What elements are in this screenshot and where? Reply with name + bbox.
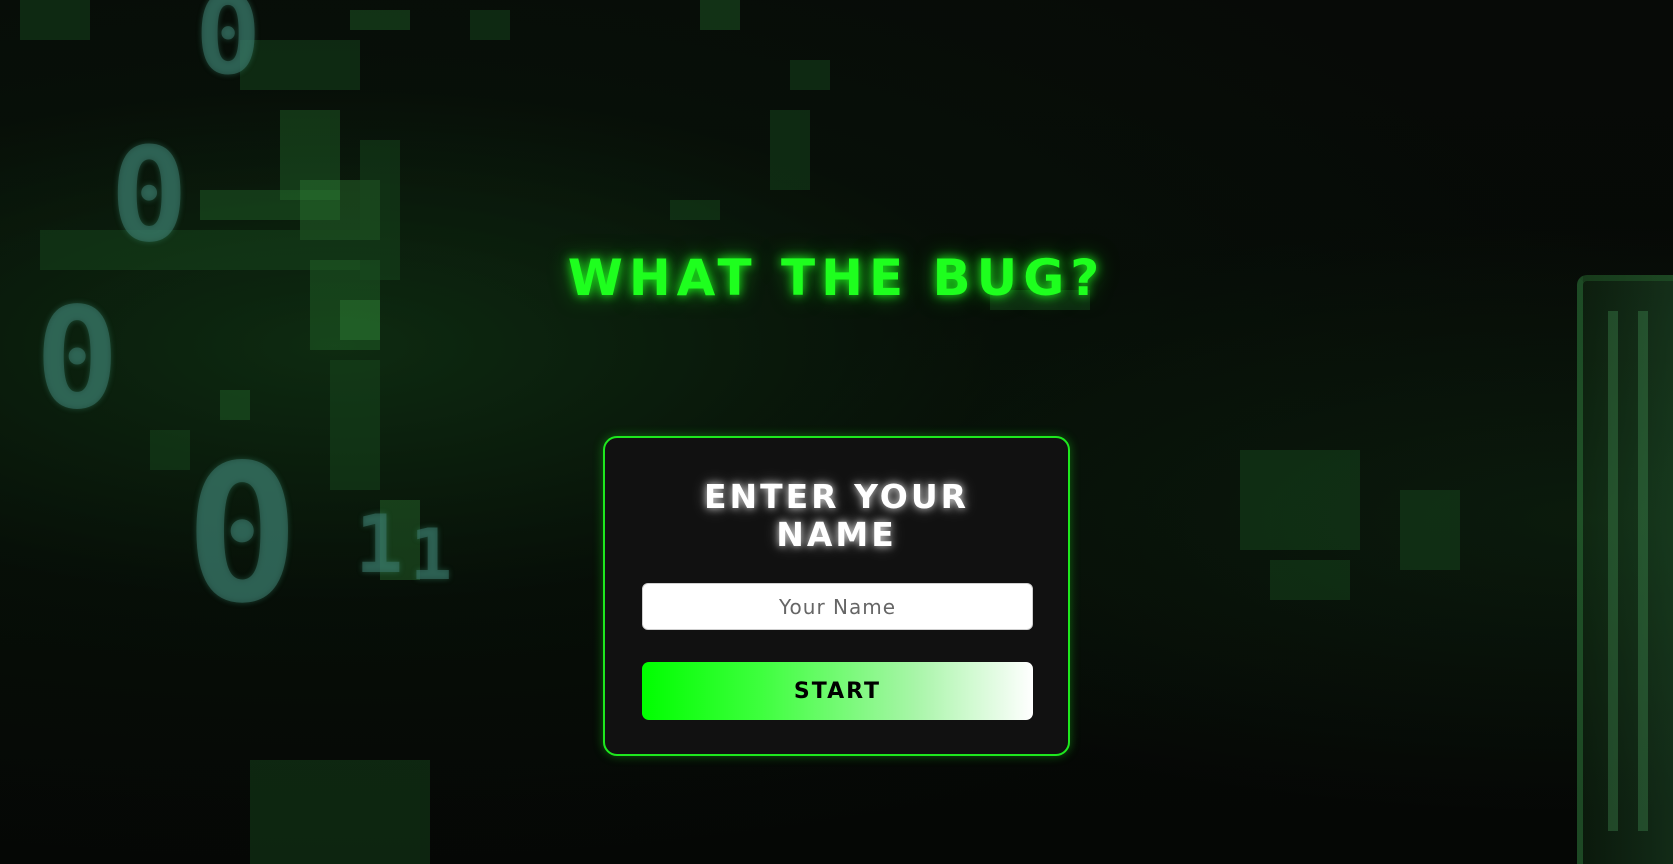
card-heading: ENTER YOUR NAME xyxy=(703,477,970,554)
background-tower xyxy=(1577,275,1673,864)
page-title: WHAT THE BUG? xyxy=(567,249,1106,307)
background-digit: 1 xyxy=(355,498,404,591)
background-digit: 0 xyxy=(195,0,262,99)
page-background: 0 0 0 0 1 1 WHAT THE BUG? ENTER YOUR NAM… xyxy=(0,0,1673,864)
name-entry-card: ENTER YOUR NAME START xyxy=(603,436,1070,756)
name-input[interactable] xyxy=(642,583,1033,630)
background-digit: 1 xyxy=(410,514,453,596)
background-digit: 0 xyxy=(185,424,300,645)
background-digit: 0 xyxy=(35,278,120,441)
start-button[interactable]: START xyxy=(642,662,1033,720)
background-digit: 0 xyxy=(110,119,189,271)
